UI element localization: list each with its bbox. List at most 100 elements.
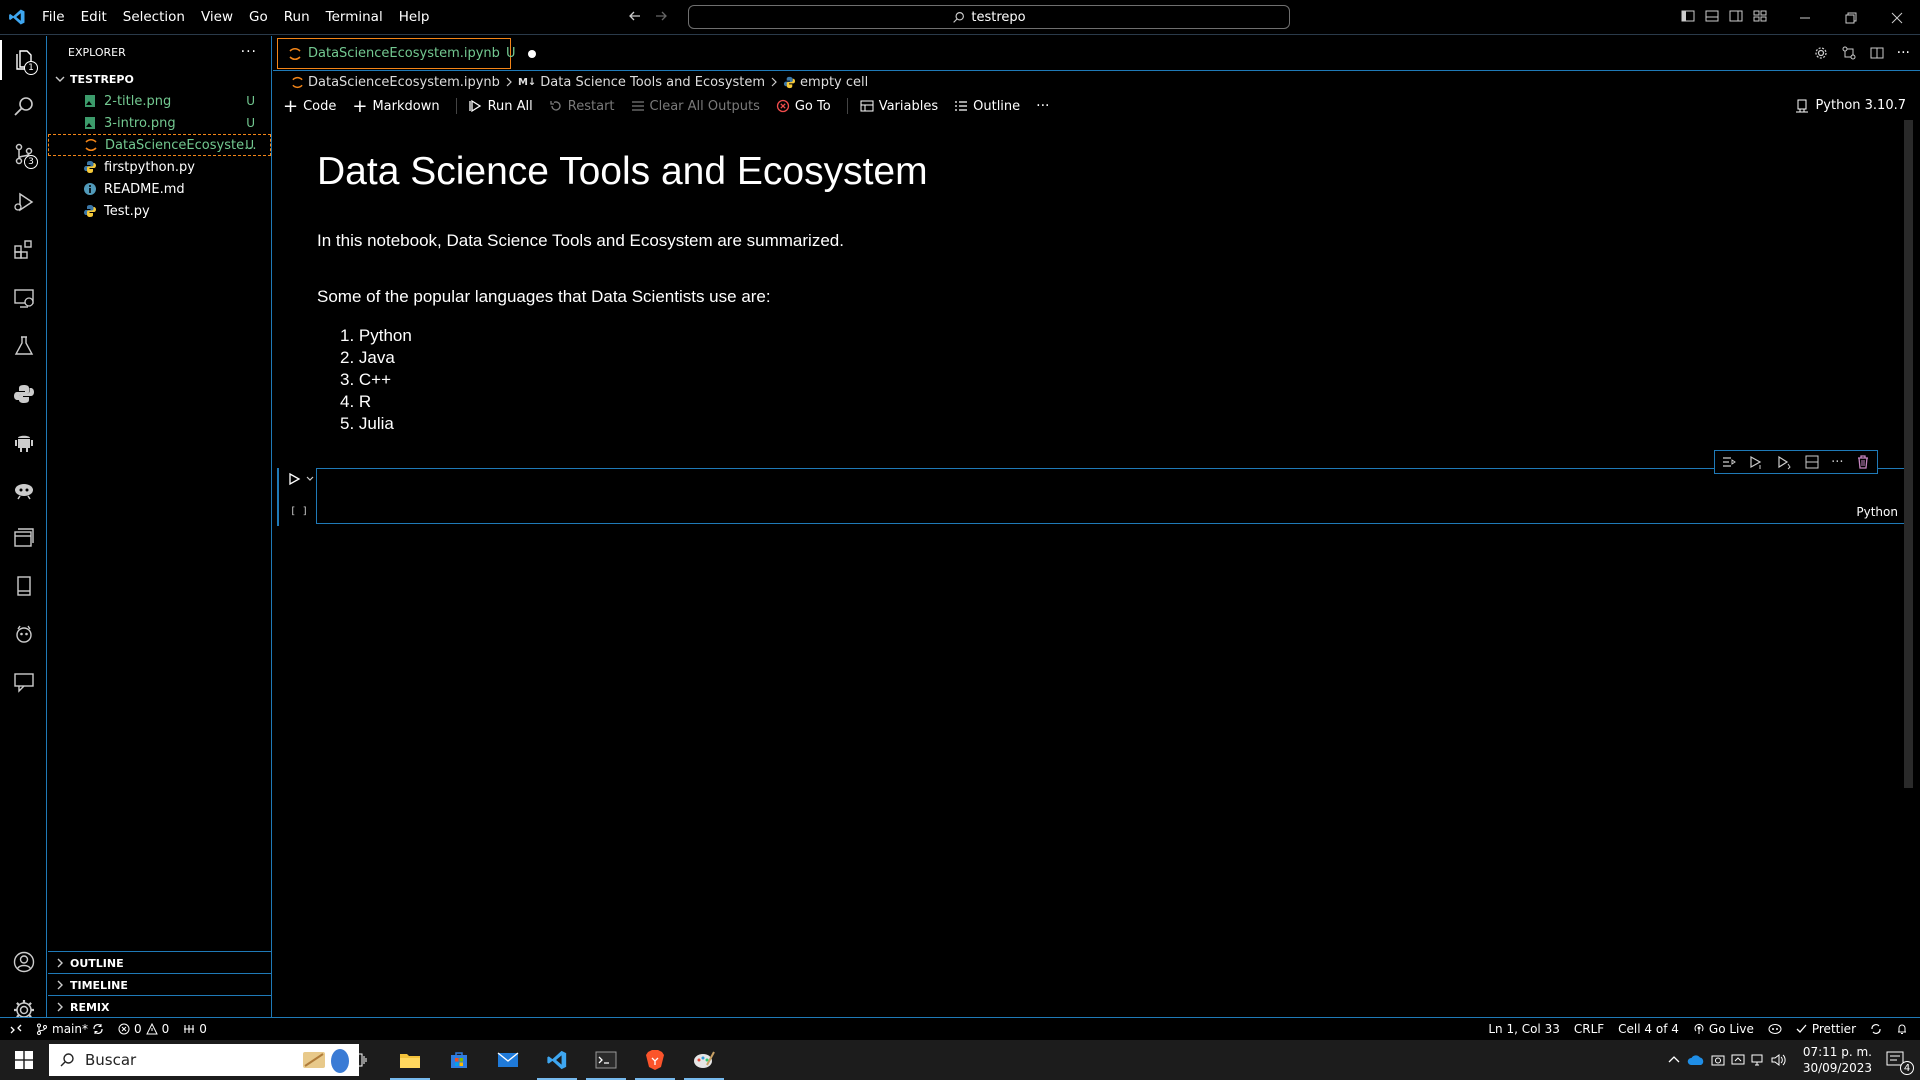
breadcrumb-cell[interactable]: empty cell [800,75,868,90]
delete-trash-icon[interactable] [1855,454,1871,470]
ports-indicator[interactable]: 0 [183,1022,207,1036]
notification-center-icon[interactable]: 4 [1872,1040,1920,1080]
menu-file[interactable]: File [34,9,73,25]
device-icon[interactable] [1731,1053,1745,1067]
chevron-down-icon[interactable] [305,474,315,484]
copilot-chat-icon[interactable] [0,470,47,510]
containers-icon[interactable] [0,518,47,558]
split-editor-icon[interactable] [1869,45,1885,61]
more-actions-icon[interactable]: ··· [1831,455,1843,470]
taskbar-search[interactable]: Buscar [49,1044,359,1076]
breadcrumb-file[interactable]: DataScienceEcosystem.ipynb [308,75,500,90]
goto-button[interactable]: Go To [776,99,831,114]
menu-view[interactable]: View [193,9,241,25]
unsaved-dot-icon[interactable] [527,49,537,59]
kernel-picker[interactable]: Python 3.10.7 [1795,98,1906,113]
clear-all-outputs-button[interactable]: Clear All Outputs [631,99,760,114]
close-window-button[interactable] [1874,0,1920,35]
paint-icon[interactable] [680,1040,728,1080]
file-firstpython-py[interactable]: firstpython.py [48,156,271,178]
file-explorer-icon[interactable] [386,1040,434,1080]
python-icon[interactable] [0,374,47,414]
file-test-py[interactable]: Test.py [48,200,271,222]
add-markdown-cell-button[interactable]: + Markdown [352,96,439,117]
vscode-taskbar-icon[interactable] [533,1040,581,1080]
testing-icon[interactable] [0,326,47,366]
mail-icon[interactable] [484,1040,532,1080]
menu-run[interactable]: Run [276,9,318,25]
file-readme-md[interactable]: README.md [48,178,271,200]
timeline-section[interactable]: TIMELINE [48,973,272,996]
clock[interactable]: 07:11 p. m. 30/09/2023 [1803,1044,1872,1076]
remote-explorer-icon[interactable] [0,278,47,318]
problems-indicator[interactable]: 0 0 [118,1022,169,1036]
toggle-secondary-sidebar-icon[interactable] [1728,8,1744,24]
microsoft-store-icon[interactable] [435,1040,483,1080]
execute-and-below-icon[interactable] [1776,454,1792,470]
command-center-search[interactable]: testrepo [688,5,1290,29]
toggle-primary-sidebar-icon[interactable] [1680,8,1696,24]
branch-indicator[interactable]: main* [36,1022,104,1036]
remix-section[interactable]: REMIX [48,995,272,1018]
eol-indicator[interactable]: CRLF [1574,1022,1604,1036]
terminal-icon[interactable] [582,1040,630,1080]
minimize-button[interactable] [1782,0,1828,35]
live-share-icon[interactable] [0,614,47,654]
code-cell-editor[interactable]: Python [316,468,1907,524]
notebook-device-icon[interactable] [0,566,47,606]
menu-terminal[interactable]: Terminal [318,9,391,25]
cursor-position[interactable]: Ln 1, Col 33 [1488,1022,1560,1036]
onedrive-icon[interactable] [1687,1054,1705,1066]
customize-layout-icon[interactable] [1752,8,1768,24]
task-view-icon[interactable] [335,1040,383,1080]
folder-testrepo[interactable]: TESTREPO [48,68,271,90]
run-all-button[interactable]: Run All [468,99,533,114]
file-datascienceecosystem-ipynb[interactable]: DataScienceEcosyste... U [48,134,271,156]
sync-status[interactable] [1870,1023,1882,1035]
settings-gear-icon[interactable] [1813,45,1829,61]
run-debug-icon[interactable] [0,182,47,222]
menu-help[interactable]: Help [391,9,438,25]
notifications-bell[interactable] [1896,1023,1908,1035]
cell-indicator[interactable]: Cell 4 of 4 [1618,1022,1679,1036]
breadcrumb-section[interactable]: Data Science Tools and Ecosystem [540,75,765,90]
compare-changes-icon[interactable] [1841,45,1857,61]
prettier-status[interactable]: Prettier [1796,1022,1856,1036]
toggle-panel-icon[interactable] [1704,8,1720,24]
split-cell-icon[interactable] [1804,454,1820,470]
copilot-status[interactable] [1768,1023,1782,1035]
cell-language[interactable]: Python [1856,505,1898,519]
forward-arrow-icon[interactable] [653,8,669,24]
start-button[interactable] [0,1040,48,1080]
explorer-icon[interactable]: 1 [0,40,47,80]
brave-browser-icon[interactable] [631,1040,679,1080]
extensions-icon[interactable] [0,230,47,270]
more-actions-icon[interactable]: ··· [241,44,257,60]
android-icon[interactable] [0,422,47,462]
camera-icon[interactable] [1711,1053,1725,1067]
more-actions-button[interactable]: ··· [1036,98,1049,114]
restart-button[interactable]: Restart [549,99,615,114]
go-live-button[interactable]: Go Live [1693,1022,1754,1036]
execute-below-icon[interactable] [1748,454,1764,470]
file-3-intro-png[interactable]: 3-intro.png U [48,112,271,134]
menu-selection[interactable]: Selection [115,9,193,25]
accounts-icon[interactable] [0,942,47,982]
more-actions-icon[interactable]: ··· [1897,45,1910,61]
execute-cell-button[interactable] [287,472,315,486]
outline-section[interactable]: OUTLINE [48,951,272,974]
volume-icon[interactable] [1771,1053,1787,1067]
variables-button[interactable]: Variables [860,99,938,114]
menu-edit[interactable]: Edit [73,9,115,25]
sync-icon[interactable] [92,1023,104,1035]
network-icon[interactable] [1751,1053,1765,1067]
search-view-icon[interactable] [0,86,47,126]
file-2-title-png[interactable]: 2-title.png U [48,90,271,112]
menu-go[interactable]: Go [241,9,276,25]
add-code-cell-button[interactable]: + Code [283,96,336,117]
outline-button[interactable]: Outline [954,99,1020,114]
chevron-up-icon[interactable] [1667,1053,1681,1067]
execute-above-icon[interactable] [1721,454,1737,470]
source-control-icon[interactable]: 3 [0,134,47,174]
remote-chat-icon[interactable] [0,662,47,702]
